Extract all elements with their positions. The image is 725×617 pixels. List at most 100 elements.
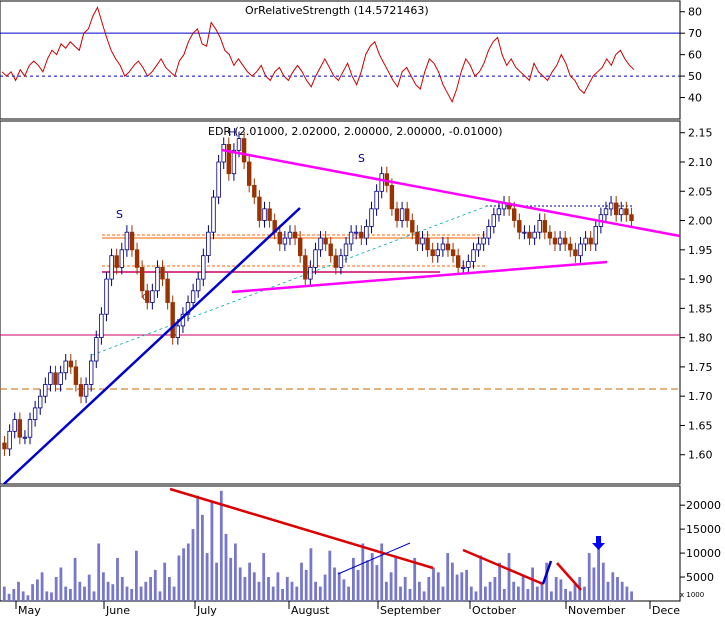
volume-bar [87,574,91,601]
candle-body [364,225,369,239]
annotation-low: o [142,290,149,303]
rsi-tick-label: 60 [688,49,702,62]
candle-body [252,184,257,198]
volume-bar [12,589,16,601]
volume-bar [78,581,82,601]
candle-body [73,366,79,385]
volume-bar [342,579,346,601]
volume-bar [229,557,233,601]
price-tick-label: 1.70 [688,390,713,403]
candle-body [563,237,568,245]
candle-body [308,266,313,280]
volume-bar [375,565,379,601]
volume-bar [601,562,605,601]
candle-body [491,214,496,227]
candle-body [287,231,293,239]
candle-body [48,372,53,385]
candle-body [389,184,395,210]
volume-bar [196,495,200,601]
volume-bar [333,567,336,601]
candle-body [466,261,471,268]
price-tick-label: 1.65 [688,419,713,432]
candle-body [619,208,624,216]
candle-body [496,208,502,216]
volume-bar [111,584,115,601]
candle-body [277,231,282,245]
volume-bar [356,569,360,601]
candle-body [476,243,481,251]
candle-body [603,208,609,216]
volume-bar [106,581,110,601]
volume-bar [394,555,398,601]
rsi-frame [0,0,681,120]
candle-body [517,220,522,233]
candle-body [63,360,68,374]
volume-bar [2,586,6,601]
candle-body [53,372,58,385]
volume-bar [234,543,237,601]
volume-bar [550,591,553,601]
volume-bar [352,557,355,601]
volume-bar [177,555,181,601]
volume-bar [17,581,20,601]
candle-body [12,419,17,432]
volume-bar [135,550,138,601]
candle-body [435,249,440,257]
candle-body [155,266,160,292]
candle-body [547,231,553,239]
rsi-tick-label: 40 [688,92,702,105]
candle-body [139,266,145,292]
volume-bar [205,553,209,601]
candle-body [262,208,267,221]
price-tick-label: 2.15 [688,127,713,140]
volume-bar [158,591,162,601]
volume-bar [285,577,289,601]
candle-body [624,208,629,216]
volume-bar [616,577,619,601]
price-frame [0,120,681,485]
price-panel: EDR (2.01000, 2.02000, 2.00000, 2.00000,… [0,120,713,485]
candle-body [297,237,303,257]
volume-bar [149,577,152,601]
x-axis: May June July August September October Novembe… [15,601,680,617]
volume-tick-label: 15000 [686,523,721,536]
volume-bar [172,586,176,601]
volume-bar [484,586,487,601]
candle-body [119,249,124,268]
candle-body [94,337,99,362]
volume-tick-label: 5000 [686,571,714,584]
volume-bar [611,572,615,602]
rsi-tick-label: 70 [688,27,702,40]
candle-body [27,419,33,438]
volume-bar [300,562,303,601]
volume-bar [219,490,223,601]
annotation-left-shoulder: S [116,208,123,221]
volume-bar [210,500,214,601]
candle-body [150,290,155,303]
volume-bar [21,591,25,601]
volume-panel: 20000 15000 10000 5000 x 1000 [0,485,721,602]
candle-body [348,231,354,245]
volume-bar [144,581,148,601]
volume-bar [276,572,280,602]
candle-body [369,208,374,227]
candle-body [415,231,420,245]
month-label: November [568,604,626,617]
candle-body [593,225,598,245]
rsi-y-axis: 80 70 60 50 40 [680,6,702,105]
candle-body [379,173,384,192]
volume-bar [620,581,624,601]
volume-bar [564,589,567,601]
volume-bar [73,557,77,601]
month-label: June [105,604,130,617]
volume-bar [309,548,313,601]
price-tick-label: 1.95 [688,244,713,257]
candle-body [527,231,532,239]
volume-bar [83,586,86,601]
candle-body [318,237,323,251]
month-label: September [380,604,441,617]
annotation-head: H [228,126,236,139]
volume-bar [26,595,30,602]
candle-body [282,237,288,245]
volume-bar [413,557,417,601]
